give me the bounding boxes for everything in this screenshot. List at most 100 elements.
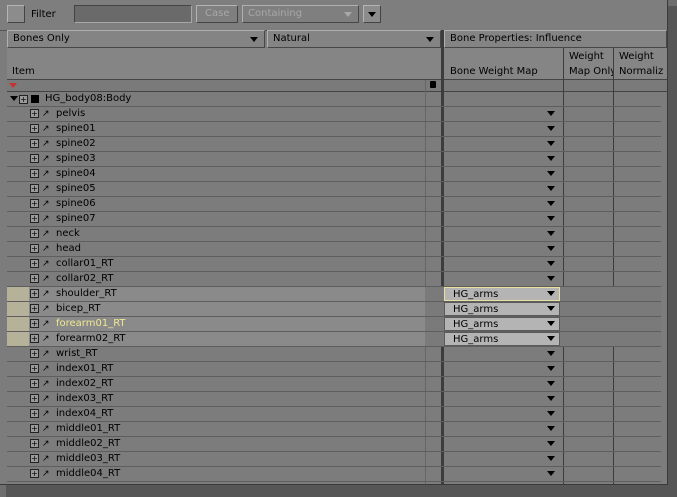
bone-row[interactable]: + ↗ spine07 bbox=[7, 212, 661, 227]
filter-toggle-checkbox[interactable] bbox=[7, 5, 25, 23]
expand-icon[interactable]: + bbox=[30, 169, 39, 178]
bone-row[interactable]: + ↗ wrist_RT bbox=[7, 347, 661, 362]
expand-icon[interactable]: + bbox=[30, 229, 39, 238]
bone-row[interactable]: + ↗ shoulder_RT HG_arms bbox=[7, 287, 661, 302]
bone-name: pelvis bbox=[56, 108, 86, 119]
match-mode-dropdown[interactable]: Containing bbox=[242, 5, 359, 23]
properties-panel-dropdown[interactable]: Bone Properties: Influence bbox=[444, 30, 667, 48]
bone-row[interactable]: + ↗ index02_RT bbox=[7, 377, 661, 392]
expand-icon[interactable]: + bbox=[30, 439, 39, 448]
bone-row[interactable]: + ↗ spine04 bbox=[7, 167, 661, 182]
expand-icon[interactable]: + bbox=[30, 454, 39, 463]
bone-row[interactable]: + ↗ index04_RT bbox=[7, 407, 661, 422]
visibility-toggle-icon[interactable] bbox=[9, 83, 17, 88]
lock-icon[interactable] bbox=[430, 81, 436, 88]
weight-map-dropdown[interactable] bbox=[444, 437, 563, 451]
weight-map-only-column-header[interactable]: Weight Map Only bbox=[564, 48, 613, 80]
weight-normalize-column-header[interactable]: Weight Normaliz bbox=[614, 48, 667, 80]
bone-name: forearm01_RT bbox=[56, 318, 126, 329]
expand-icon[interactable]: + bbox=[30, 259, 39, 268]
weight-map-dropdown[interactable] bbox=[444, 392, 563, 406]
bone-row[interactable]: + ↗ index03_RT bbox=[7, 392, 661, 407]
weight-map-dropdown[interactable]: HG_arms bbox=[444, 287, 560, 301]
expand-icon[interactable]: + bbox=[30, 214, 39, 223]
bone-row[interactable]: + ↗ pelvis bbox=[7, 107, 661, 122]
chevron-down-icon bbox=[250, 37, 258, 42]
root-item-row[interactable]: + HG_body08:Body bbox=[7, 92, 661, 107]
weight-map-dropdown[interactable] bbox=[444, 467, 563, 481]
weight-map-dropdown[interactable] bbox=[444, 107, 563, 121]
expand-icon[interactable]: + bbox=[30, 319, 39, 328]
expand-icon[interactable]: + bbox=[30, 124, 39, 133]
bone-row[interactable]: + ↗ spine06 bbox=[7, 197, 661, 212]
bone-row[interactable]: + ↗ index01_RT bbox=[7, 362, 661, 377]
expand-icon[interactable]: + bbox=[30, 394, 39, 403]
weight-map-dropdown[interactable] bbox=[444, 137, 563, 151]
chevron-down-icon bbox=[547, 186, 555, 191]
weight-map-dropdown[interactable]: HG_arms bbox=[444, 302, 560, 316]
weight-map-dropdown[interactable] bbox=[444, 167, 563, 181]
bone-row[interactable]: + ↗ middle02_RT bbox=[7, 437, 661, 452]
bone-row[interactable]: + ↗ forearm02_RT HG_arms bbox=[7, 332, 661, 347]
weight-map-dropdown[interactable] bbox=[444, 377, 563, 391]
expand-icon[interactable]: + bbox=[30, 109, 39, 118]
weight-map-dropdown[interactable] bbox=[444, 197, 563, 211]
weight-map-dropdown[interactable] bbox=[444, 422, 563, 436]
weight-map-dropdown[interactable] bbox=[444, 227, 563, 241]
bone-row[interactable]: + ↗ head bbox=[7, 242, 661, 257]
bone-row[interactable]: + ↗ spine02 bbox=[7, 137, 661, 152]
bone-name: middle03_RT bbox=[56, 453, 121, 464]
weight-map-dropdown[interactable] bbox=[444, 407, 563, 421]
expand-icon[interactable]: + bbox=[30, 289, 39, 298]
weight-map-dropdown[interactable] bbox=[444, 272, 563, 286]
weight-map-dropdown[interactable] bbox=[444, 452, 563, 466]
bone-row[interactable]: + ↗ spine03 bbox=[7, 152, 661, 167]
expand-icon[interactable]: + bbox=[30, 199, 39, 208]
match-options-button[interactable] bbox=[363, 5, 381, 23]
expand-icon[interactable]: + bbox=[30, 244, 39, 253]
weight-map-dropdown[interactable] bbox=[444, 182, 563, 196]
item-type-dropdown[interactable]: Bones Only bbox=[7, 30, 265, 48]
bone-row[interactable]: + ↗ middle04_RT bbox=[7, 467, 661, 482]
bone-icon: ↗ bbox=[42, 379, 50, 389]
weight-map-dropdown[interactable] bbox=[444, 257, 563, 271]
bone-weight-map-column-header[interactable]: Bone Weight Map bbox=[444, 48, 563, 80]
weight-map-dropdown[interactable] bbox=[444, 242, 563, 256]
bone-row[interactable]: + ↗ collar02_RT bbox=[7, 272, 661, 287]
expand-icon[interactable]: + bbox=[30, 139, 39, 148]
expand-icon[interactable]: + bbox=[30, 349, 39, 358]
expand-icon[interactable]: + bbox=[30, 424, 39, 433]
bone-row[interactable]: + ↗ middle03_RT bbox=[7, 452, 661, 467]
weight-map-dropdown[interactable] bbox=[444, 212, 563, 226]
expand-icon[interactable]: + bbox=[30, 304, 39, 313]
expand-icon[interactable]: + bbox=[30, 184, 39, 193]
expand-icon[interactable]: + bbox=[30, 379, 39, 388]
expand-icon[interactable]: + bbox=[30, 274, 39, 283]
weight-map-dropdown[interactable]: HG_arms bbox=[444, 332, 560, 346]
weight-map-dropdown[interactable] bbox=[444, 122, 563, 136]
expand-icon[interactable]: + bbox=[30, 409, 39, 418]
bone-row[interactable]: + ↗ middle01_RT bbox=[7, 422, 661, 437]
expand-icon[interactable]: + bbox=[30, 469, 39, 478]
bone-row[interactable]: + ↗ collar01_RT bbox=[7, 257, 661, 272]
weight-map-dropdown[interactable] bbox=[444, 152, 563, 166]
item-column-header[interactable]: Item bbox=[7, 48, 441, 80]
bone-row[interactable]: + ↗ spine01 bbox=[7, 122, 661, 137]
weight-map-dropdown[interactable] bbox=[444, 347, 563, 361]
collapse-icon[interactable] bbox=[10, 96, 18, 101]
bone-row[interactable]: + ↗ spine05 bbox=[7, 182, 661, 197]
expand-icon[interactable]: + bbox=[30, 334, 39, 343]
bone-row[interactable]: + ↗ forearm01_RT HG_arms bbox=[7, 317, 661, 332]
filter-text-input[interactable] bbox=[74, 5, 192, 23]
case-toggle-button[interactable]: Case bbox=[196, 5, 238, 23]
expand-icon[interactable]: + bbox=[19, 95, 28, 104]
expand-icon[interactable]: + bbox=[30, 364, 39, 373]
bone-row[interactable]: + ↗ neck bbox=[7, 227, 661, 242]
bone-row[interactable]: + ↗ bicep_RT HG_arms bbox=[7, 302, 661, 317]
weight-map-dropdown[interactable]: HG_arms bbox=[444, 317, 560, 331]
bone-icon: ↗ bbox=[42, 154, 50, 164]
bone-name: collar01_RT bbox=[56, 258, 114, 269]
expand-icon[interactable]: + bbox=[30, 154, 39, 163]
weight-map-dropdown[interactable] bbox=[444, 362, 563, 376]
sort-mode-dropdown[interactable]: Natural bbox=[267, 30, 441, 48]
